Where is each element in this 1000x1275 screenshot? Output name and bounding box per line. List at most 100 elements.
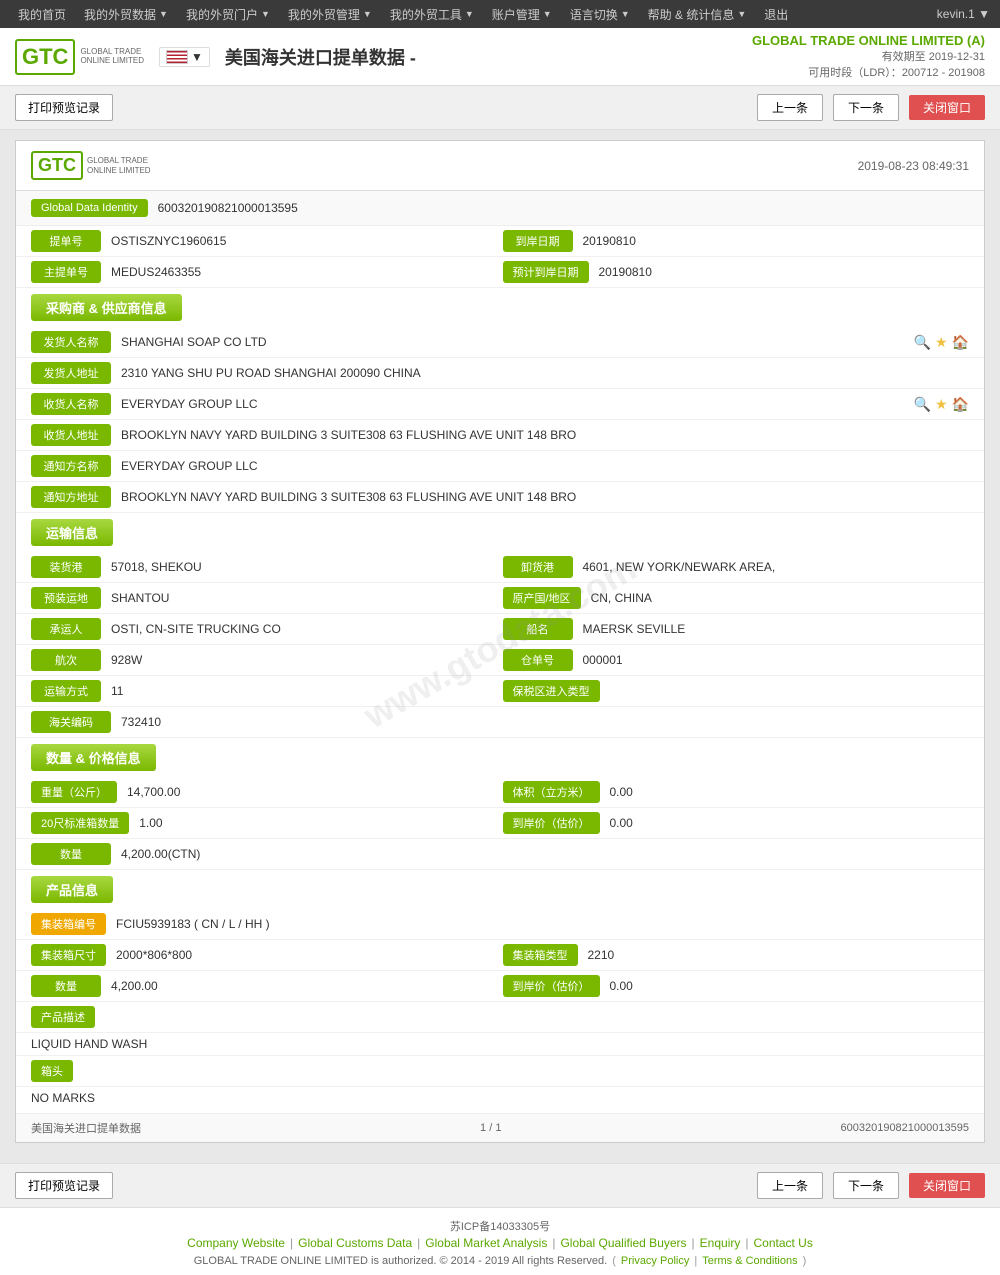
dest-origin-row: 预装运地 SHANTOU 原产国/地区 CN, CHINA: [16, 583, 984, 614]
landed-price-label: 到岸价（估价）: [503, 812, 600, 834]
notify-name-label: 通知方名称: [31, 455, 111, 477]
notify-addr-label: 通知方地址: [31, 486, 111, 508]
identity-value: 600320190821000013595: [158, 201, 298, 215]
footer-link-enquiry[interactable]: Enquiry: [700, 1236, 741, 1250]
container-type-value: 2210: [583, 946, 970, 964]
consignee-name-value: EVERYDAY GROUP LLC: [116, 395, 909, 413]
origin-label: 原产国/地区: [503, 587, 581, 609]
product-qty-value: 4,200.00: [106, 977, 498, 995]
container-type-field: 集装箱类型 2210: [503, 944, 970, 966]
star-icon[interactable]: ★: [935, 396, 948, 413]
nav-account[interactable]: 账户管理 ▼: [484, 6, 560, 23]
containers-20-field: 20尺标准箱数量 1.00: [31, 812, 498, 834]
volume-label: 体积（立方米）: [503, 781, 600, 803]
dropdown-arrow: ▼: [363, 9, 372, 19]
notify-name-value: EVERYDAY GROUP LLC: [116, 457, 969, 475]
bill-no-value: OSTISZNYC1960615: [106, 232, 498, 250]
bottom-print-button[interactable]: 打印预览记录: [15, 1172, 113, 1199]
search-icon[interactable]: 🔍: [914, 396, 931, 413]
nav-help[interactable]: 帮助 & 统计信息 ▼: [640, 6, 755, 23]
bottom-next-button[interactable]: 下一条: [833, 1172, 899, 1199]
containers-20-label: 20尺标准箱数量: [31, 812, 129, 834]
footer-links: Company Website | Global Customs Data | …: [0, 1236, 1000, 1250]
nav-portal[interactable]: 我的外贸门户 ▼: [178, 6, 278, 23]
nav-management[interactable]: 我的外贸管理 ▼: [280, 6, 380, 23]
user-info[interactable]: kevin.1 ▼: [937, 7, 990, 21]
next-button[interactable]: 下一条: [833, 94, 899, 121]
footer-identity: 600320190821000013595: [841, 1122, 969, 1134]
weight-volume-row: 重量（公斤） 14,700.00 体积（立方米） 0.00: [16, 777, 984, 808]
prev-button[interactable]: 上一条: [757, 94, 823, 121]
bottom-close-button[interactable]: 关闭窗口: [909, 1173, 985, 1198]
record-card: GTC GLOBAL TRADEONLINE LIMITED 2019-08-2…: [15, 140, 985, 1143]
nav-home[interactable]: 我的首页: [10, 6, 74, 23]
dropdown-arrow: ▼: [543, 9, 552, 19]
privacy-policy-link[interactable]: Privacy Policy: [621, 1255, 689, 1267]
landed-price-value: 0.00: [605, 814, 970, 832]
home-icon[interactable]: 🏠: [952, 396, 969, 413]
container-size-field: 集装箱尺寸 2000*806*800: [31, 944, 498, 966]
bonded-type-label: 保税区进入类型: [503, 680, 600, 702]
footer-link-company[interactable]: Company Website: [187, 1236, 285, 1250]
shipper-name-row: 发货人名称 SHANGHAI SOAP CO LTD 🔍 ★ 🏠: [16, 327, 984, 358]
page-header: GTC GLOBAL TRADEONLINE LIMITED ▼ 美国海关进口提…: [0, 28, 1000, 86]
home-icon[interactable]: 🏠: [952, 334, 969, 351]
notify-addr-row: 通知方地址 BROOKLYN NAVY YARD BUILDING 3 SUIT…: [16, 482, 984, 513]
nav-logout[interactable]: 退出: [756, 6, 796, 23]
customs-code-row: 海关编码 732410: [16, 707, 984, 738]
customs-code-label: 海关编码: [31, 711, 111, 733]
containers-20-value: 1.00: [134, 814, 497, 832]
shipper-name-label: 发货人名称: [31, 331, 111, 353]
star-icon[interactable]: ★: [935, 334, 948, 351]
shipper-addr-row: 发货人地址 2310 YANG SHU PU ROAD SHANGHAI 200…: [16, 358, 984, 389]
marks-label-row: 箱头: [16, 1056, 984, 1087]
carrier-field: 承运人 OSTI, CN-SITE TRUCKING CO: [31, 618, 498, 640]
consignee-name-row: 收货人名称 EVERYDAY GROUP LLC 🔍 ★ 🏠: [16, 389, 984, 420]
product-price-value: 0.00: [605, 977, 970, 995]
language-flag[interactable]: ▼: [159, 47, 210, 67]
footer-link-contact[interactable]: Contact Us: [753, 1236, 812, 1250]
footer-link-market[interactable]: Global Market Analysis: [425, 1236, 547, 1250]
footer-link-buyers[interactable]: Global Qualified Buyers: [560, 1236, 686, 1250]
buyer-supplier-title: 采购商 & 供应商信息: [31, 294, 182, 321]
terms-link[interactable]: Terms & Conditions: [702, 1255, 797, 1267]
consignee-addr-value: BROOKLYN NAVY YARD BUILDING 3 SUITE308 6…: [116, 426, 969, 444]
carrier-value: OSTI, CN-SITE TRUCKING CO: [106, 620, 498, 638]
quantity-price-title: 数量 & 价格信息: [31, 744, 156, 771]
transport-header: 运输信息: [16, 513, 984, 552]
footer-link-customs[interactable]: Global Customs Data: [298, 1236, 412, 1250]
nav-trade-data[interactable]: 我的外贸数据 ▼: [76, 6, 176, 23]
container-no-value: FCIU5939183 ( CN / L / HH ): [111, 915, 969, 933]
bill-arrival-row: 提单号 OSTISZNYC1960615 到岸日期 20190810: [16, 226, 984, 257]
product-desc-value: LIQUID HAND WASH: [31, 1037, 147, 1051]
nav-language[interactable]: 语言切换 ▼: [562, 6, 638, 23]
quantity-value: 4,200.00(CTN): [116, 845, 969, 863]
search-icon[interactable]: 🔍: [914, 334, 931, 351]
pre-dest-value: SHANTOU: [106, 589, 498, 607]
nav-tools[interactable]: 我的外贸工具 ▼: [382, 6, 482, 23]
master-bill-label: 主提单号: [31, 261, 101, 283]
weight-value: 14,700.00: [122, 783, 498, 801]
carrier-vessel-row: 承运人 OSTI, CN-SITE TRUCKING CO 船名 MAERSK …: [16, 614, 984, 645]
transport-mode-row: 运输方式 11 保税区进入类型: [16, 676, 984, 707]
voyage-field: 航次 928W: [31, 649, 498, 671]
card-logo-sub: GLOBAL TRADEONLINE LIMITED: [87, 156, 151, 175]
shipper-icons: 🔍 ★ 🏠: [914, 334, 969, 351]
nav-items: 我的首页 我的外贸数据 ▼ 我的外贸门户 ▼ 我的外贸管理 ▼ 我的外贸工具 ▼…: [10, 6, 796, 23]
master-bill-row: 主提单号 MEDUS2463355 预计到岸日期 20190810: [16, 257, 984, 288]
container-size-label: 集装箱尺寸: [31, 944, 106, 966]
vessel-field: 船名 MAERSK SEVILLE: [503, 618, 970, 640]
load-port-value: 57018, SHEKOU: [106, 558, 498, 576]
print-button[interactable]: 打印预览记录: [15, 94, 113, 121]
notify-name-row: 通知方名称 EVERYDAY GROUP LLC: [16, 451, 984, 482]
unload-port-field: 卸货港 4601, NEW YORK/NEWARK AREA,: [503, 556, 970, 578]
bottom-prev-button[interactable]: 上一条: [757, 1172, 823, 1199]
vessel-value: MAERSK SEVILLE: [578, 620, 970, 638]
unload-port-value: 4601, NEW YORK/NEWARK AREA,: [578, 558, 970, 576]
manifest-value: 000001: [578, 651, 970, 669]
close-button[interactable]: 关闭窗口: [909, 95, 985, 120]
est-arrival-label: 预计到岸日期: [503, 261, 589, 283]
shipper-name-value: SHANGHAI SOAP CO LTD: [116, 333, 909, 351]
card-header: GTC GLOBAL TRADEONLINE LIMITED 2019-08-2…: [16, 141, 984, 191]
product-desc-row: 产品描述: [16, 1002, 984, 1033]
